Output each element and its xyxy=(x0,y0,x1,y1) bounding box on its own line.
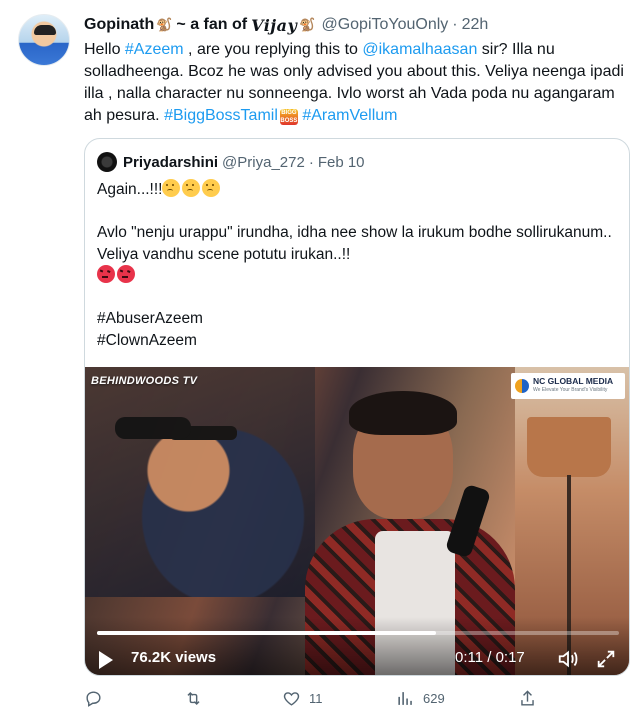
monkey-emoji-icon: 🐒 xyxy=(299,17,316,32)
tweet-header: Gopinath 🐒 ~ a fan of Vijay 🐒 @GopiToYou… xyxy=(84,14,488,36)
separator-dot: · xyxy=(308,153,314,171)
video-controls: 76.2K views 0:11 / 0:17 xyxy=(85,617,629,675)
hashtag-link[interactable]: #AramVellum xyxy=(302,107,397,124)
quoted-text: Again...!!! Avlo "nenju urappu" irundha,… xyxy=(97,179,617,351)
volume-icon[interactable] xyxy=(557,648,579,670)
share-icon xyxy=(521,689,534,706)
video-time: 0:11 / 0:17 xyxy=(455,649,525,666)
video-player[interactable]: BEHINDWOODS TV NC GLOBAL MEDIA We Elevate… xyxy=(85,367,629,675)
quoted-paragraph: Avlo "nenju urappu" irundha, idha nee sh… xyxy=(97,224,612,263)
expand-icon[interactable] xyxy=(595,648,617,670)
author-name[interactable]: Gopinath xyxy=(84,16,154,34)
tweet[interactable]: Gopinath 🐒 ~ a fan of Vijay 🐒 @GopiToYou… xyxy=(0,0,643,720)
pensive-face-icon xyxy=(202,179,221,197)
quoted-line-text: Again...!!! xyxy=(97,181,163,198)
video-background-poster xyxy=(85,367,315,597)
tweet-text: Hello #Azeem , are you replying this to … xyxy=(84,39,624,127)
text-segment: Hello xyxy=(84,41,125,58)
author-avatar[interactable] xyxy=(18,14,70,66)
quoted-emoji-line xyxy=(97,265,617,287)
author-handle[interactable]: @GopiToYouOnly xyxy=(321,16,448,34)
separator-dot: · xyxy=(452,16,458,33)
pensive-face-icon xyxy=(182,179,201,197)
hashtag-link[interactable]: #BiggBossTamil xyxy=(164,107,278,124)
analytics-icon xyxy=(398,691,412,705)
mention-link[interactable]: @ikamalhaasan xyxy=(362,41,477,58)
monkey-emoji-icon: 🐒 xyxy=(156,17,173,32)
video-progress-fill xyxy=(97,631,437,635)
retweet-icon xyxy=(187,691,200,705)
views-button[interactable]: 629 xyxy=(396,686,445,710)
hashtag-link[interactable]: #ClownAzeem xyxy=(97,332,197,349)
quoted-header: Priyadarshini @Priya_272 · Feb 10 xyxy=(97,151,365,173)
hashtag-link[interactable]: #AbuserAzeem xyxy=(97,310,203,327)
text-segment: , are you replying this to xyxy=(183,41,363,58)
reply-button[interactable] xyxy=(84,686,111,710)
quoted-date[interactable]: Feb 10 xyxy=(318,154,365,171)
tweet-actions: 11 629 xyxy=(84,686,630,710)
video-progress-bar[interactable] xyxy=(97,631,619,635)
bigg-boss-badge-icon: BIGG BOSS xyxy=(279,109,298,125)
quoted-tweet[interactable]: Priyadarshini @Priya_272 · Feb 10 Again.… xyxy=(84,138,630,676)
quoted-line: Again...!!! xyxy=(97,179,617,201)
nc-global-media-badge: NC GLOBAL MEDIA We Elevate Your Brand's V… xyxy=(511,373,625,399)
play-icon[interactable] xyxy=(99,651,113,669)
share-button[interactable] xyxy=(518,686,545,710)
quoted-avatar[interactable] xyxy=(97,152,117,172)
like-count: 11 xyxy=(309,690,323,706)
author-name-part2[interactable]: ~ a fan of xyxy=(176,16,247,34)
worried-face-icon xyxy=(162,179,181,197)
quoted-author-name[interactable]: Priyadarshini xyxy=(123,154,218,171)
heart-icon xyxy=(283,691,300,706)
behindwoods-watermark: BEHINDWOODS TV xyxy=(91,375,198,387)
nc-badge-title: NC GLOBAL MEDIA xyxy=(533,376,614,386)
quoted-author-handle[interactable]: @Priya_272 xyxy=(222,154,305,171)
angry-face-icon xyxy=(97,265,115,283)
author-name-styled[interactable]: Vijay xyxy=(251,16,297,35)
hashtag-link[interactable]: #Azeem xyxy=(125,41,184,58)
nc-badge-sub: We Elevate Your Brand's Visibility xyxy=(533,387,608,393)
like-button[interactable]: 11 xyxy=(282,686,323,710)
nc-logo-icon xyxy=(515,379,529,393)
angry-face-icon xyxy=(117,265,135,283)
video-views: 76.2K views xyxy=(131,649,217,666)
views-count: 629 xyxy=(423,690,445,706)
retweet-button[interactable] xyxy=(184,686,211,710)
tweet-time[interactable]: 22h xyxy=(462,16,489,34)
reply-icon xyxy=(86,690,101,707)
